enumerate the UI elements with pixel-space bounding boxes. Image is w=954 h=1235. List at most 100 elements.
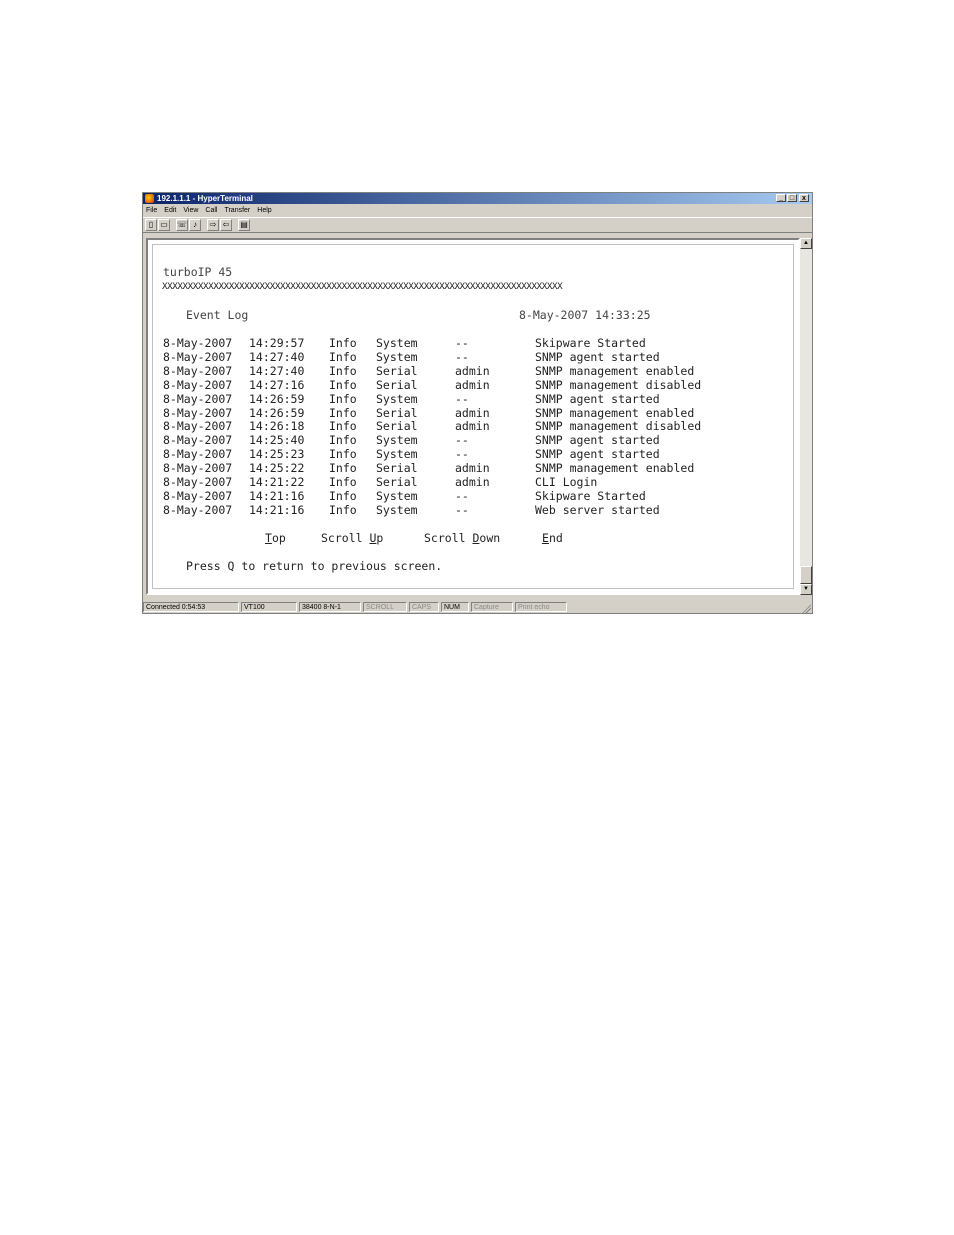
event-message: SNMP management disabled [535,419,702,434]
event-level: Info [329,488,357,503]
event-source: System [376,349,418,364]
status-baud: 38400 8-N-1 [299,602,361,612]
event-message: Web server started [535,502,660,517]
hyperterminal-app-icon [145,194,154,203]
event-level: Info [329,419,357,434]
event-time: 14:27:16 [249,377,305,392]
toolbar: ▯ ▭ ☏ ♪ ⇨ ⇦ ▤ [143,217,812,233]
event-date: 8-May-2007 [163,475,233,489]
event-date: 8-May-2007 [163,391,233,406]
event-time: 14:26:59 [249,391,305,406]
nav-end-key: E [542,531,549,545]
event-source: System [376,447,418,462]
title-bar[interactable]: 192.1.1.1 - HyperTerminal _ □ x [143,193,812,204]
disconnect-icon[interactable]: ♪ [189,219,201,231]
event-level: Info [329,502,357,517]
event-date: 8-May-2007 [163,488,233,503]
minimize-button[interactable]: _ [776,194,786,202]
menu-edit[interactable]: Edit [164,205,176,216]
event-date: 8-May-2007 [163,349,233,364]
nav-end-rest: nd [548,531,563,545]
event-user: admin [455,405,490,420]
event-date: 8-May-2007 [163,502,233,517]
vertical-scrollbar[interactable]: ▲ ▼ [800,238,812,595]
nav-end[interactable]: End [542,531,563,545]
menu-view[interactable]: View [183,205,198,216]
maximize-button[interactable]: □ [787,194,797,202]
event-level: Info [329,363,357,378]
nav-scroll-up-rest: p [376,531,384,545]
status-scroll: SCROLL [363,602,407,612]
nav-scroll-up[interactable]: Scroll Up [321,531,383,545]
event-user: -- [455,433,469,448]
nav-scroll-down[interactable]: Scroll Down [424,531,500,545]
hyperterminal-window: 192.1.1.1 - HyperTerminal _ □ x File Edi… [142,192,813,614]
nav-top-key: T [265,531,272,545]
menu-call[interactable]: Call [205,205,217,216]
event-user: -- [455,488,469,503]
return-prompt: Press Q to return to previous screen. [186,559,442,573]
event-level: Info [329,461,357,476]
event-message: CLI Login [535,475,598,489]
event-source: Serial [376,461,418,476]
dial-phone-icon[interactable]: ☏ [176,219,188,231]
open-folder-icon[interactable]: ▭ [158,219,170,231]
event-date: 8-May-2007 [163,447,233,462]
section-title: Event Log [186,308,249,322]
nav-top[interactable]: Top [265,531,286,545]
event-message: SNMP agent started [535,391,660,406]
event-time: 14:26:18 [249,419,305,434]
menu-transfer[interactable]: Transfer [224,205,250,216]
event-message: SNMP management disabled [535,377,702,392]
receive-file-icon[interactable]: ⇦ [220,219,232,231]
event-source: Serial [376,419,418,434]
event-time: 14:27:40 [249,363,305,378]
event-message: SNMP agent started [535,433,660,448]
event-level: Info [329,475,357,489]
properties-icon[interactable]: ▤ [238,219,250,231]
window-title: 192.1.1.1 - HyperTerminal [157,194,253,203]
status-emulation: VT100 [241,602,297,612]
status-num: NUM [441,602,469,612]
event-user: admin [455,363,490,378]
separator-line: XXXXXXXXXXXXXXXXXXXXXXXXXXXXXXXXXXXXXXXX… [162,281,563,292]
scroll-down-arrow-icon[interactable]: ▼ [800,584,812,595]
close-button[interactable]: x [799,194,809,202]
new-connection-icon[interactable]: ▯ [145,219,157,231]
resize-grip-icon[interactable] [801,603,811,613]
status-caps: CAPS [409,602,439,612]
event-message: SNMP management enabled [535,405,695,420]
event-source: System [376,502,418,517]
product-name: turboIP 45 [163,265,233,279]
event-user: admin [455,461,490,476]
event-source: Serial [376,475,418,489]
event-source: System [376,488,418,503]
event-source: Serial [376,405,418,420]
event-user: admin [455,377,490,392]
event-level: Info [329,336,357,350]
event-message: Skipware Started [535,336,646,350]
prompt-post: to return to previous screen. [234,559,443,573]
event-time: 14:21:16 [249,488,305,503]
event-user: admin [455,419,490,434]
status-bar: Connected 0:54:53 VT100 38400 8-N-1 SCRO… [143,601,812,613]
event-source: Serial [376,377,418,392]
current-datetime: 8-May-2007 14:33:25 [519,308,651,322]
status-print-echo: Print echo [515,602,567,612]
event-date: 8-May-2007 [163,433,233,448]
event-time: 14:25:22 [249,461,305,476]
menu-file[interactable]: File [146,205,157,216]
event-user: admin [455,475,490,489]
event-user: -- [455,349,469,364]
event-time: 14:25:40 [249,433,305,448]
nav-scroll-up-pre: Scroll [321,531,370,545]
scrollbar-thumb[interactable] [800,566,812,584]
event-date: 8-May-2007 [163,461,233,476]
nav-scroll-down-pre: Scroll [424,531,473,545]
status-connected: Connected 0:54:53 [143,602,239,612]
event-source: System [376,433,418,448]
scroll-up-arrow-icon[interactable]: ▲ [800,238,812,249]
menu-help[interactable]: Help [257,205,271,216]
send-file-icon[interactable]: ⇨ [207,219,219,231]
event-source: Serial [376,363,418,378]
